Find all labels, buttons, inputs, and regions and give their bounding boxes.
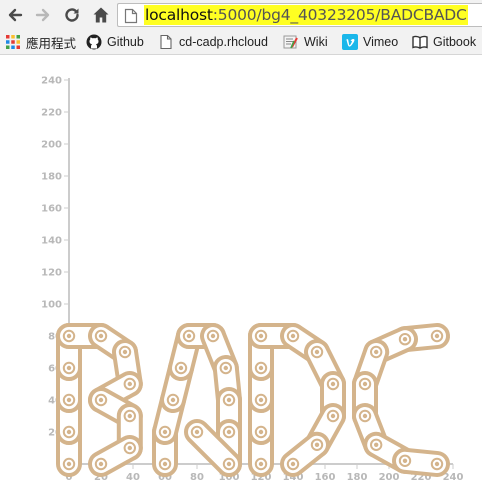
- bookmarks-bar: 應用程式 Github cd-cadp.rhcloud Wiki Vimeo G…: [0, 30, 482, 55]
- chain-pin-center: [330, 381, 336, 387]
- chain-pin-center: [374, 349, 379, 355]
- chain-pin-center: [66, 365, 72, 371]
- y-tick-label: 180: [41, 172, 62, 183]
- chain-pin-center: [258, 333, 264, 339]
- chain-pin-center: [66, 429, 72, 435]
- chain-pin-center: [374, 442, 379, 447]
- bookmark-label: Vimeo: [363, 35, 399, 49]
- letter-D: [248, 323, 347, 477]
- chain-pin-center: [170, 397, 176, 403]
- vimeo-icon: [342, 34, 358, 50]
- bookmark-github[interactable]: Github: [86, 33, 144, 51]
- bookmark-vimeo[interactable]: Vimeo: [342, 33, 398, 51]
- y-tick-label: 200: [41, 140, 62, 151]
- x-tick-label: 40: [126, 472, 140, 483]
- bookmark-wiki[interactable]: Wiki: [283, 33, 328, 51]
- url-path: :5000/bg4_40323205/BADCBADC: [212, 6, 467, 24]
- forward-button[interactable]: [33, 5, 53, 25]
- chain-pin-center: [330, 413, 336, 419]
- address-bar[interactable]: localhost:5000/bg4_40323205/BADCBADC: [117, 3, 482, 27]
- chain-pin-center: [290, 333, 296, 339]
- browser-toolbar: localhost:5000/bg4_40323205/BADCBADC: [0, 0, 482, 30]
- chain-pin-center: [127, 381, 132, 387]
- chain-pin-center: [162, 429, 168, 435]
- x-tick-label: 200: [379, 472, 400, 483]
- chain-pin-center: [434, 333, 440, 339]
- gitbook-icon: [412, 34, 428, 50]
- chain-pin-center: [402, 458, 408, 463]
- bookmark-label: 應用程式: [26, 36, 77, 51]
- y-tick-label: 240: [41, 76, 62, 87]
- chain-pin-center: [290, 461, 296, 467]
- forward-arrow-icon: [35, 8, 50, 22]
- chain-pin-center: [258, 397, 264, 403]
- chain-pin-center: [98, 461, 104, 467]
- chain-pin-center: [362, 381, 368, 387]
- reload-icon: [65, 8, 79, 22]
- letter-B: [56, 323, 143, 478]
- y-tick-label: 140: [41, 236, 62, 247]
- y-tick-label: 120: [41, 268, 62, 279]
- chain-letters: [56, 323, 451, 478]
- github-icon: [86, 34, 102, 50]
- chain-pin-center: [314, 442, 320, 447]
- chain-pin-center: [194, 429, 200, 435]
- chain-pin-center: [226, 397, 232, 403]
- chain-pin-center: [186, 333, 192, 339]
- chain-pin-center: [98, 333, 104, 339]
- reload-button[interactable]: [62, 5, 82, 25]
- chain-pin-center: [210, 333, 216, 339]
- chain-pin-center: [98, 397, 104, 403]
- bookmark-apps[interactable]: 應用程式: [5, 33, 76, 51]
- bookmark-gitbook[interactable]: Gitbook: [412, 33, 476, 51]
- home-button[interactable]: [91, 5, 111, 25]
- chain-pin-center: [178, 365, 184, 371]
- chain-pin-center: [66, 397, 72, 403]
- chain-pin-center: [258, 461, 264, 467]
- bookmark-label: Github: [107, 35, 144, 49]
- bookmark-label: Wiki: [304, 35, 328, 49]
- bookmark-label: cd-cadp.rhcloud: [179, 35, 268, 49]
- letter-A: [152, 323, 243, 477]
- chain-pin-center: [122, 349, 128, 355]
- apps-grid-icon: [5, 34, 21, 50]
- chain-pin-center: [226, 429, 232, 435]
- chain-pin-center: [258, 429, 264, 435]
- wiki-icon: [283, 34, 299, 50]
- back-arrow-icon: [8, 8, 23, 22]
- y-tick-label: 220: [41, 108, 62, 119]
- url-host: localhost: [145, 6, 213, 24]
- letter-C: [352, 323, 451, 477]
- chain-pin-center: [314, 349, 320, 355]
- home-icon: [93, 7, 109, 23]
- chain-pin-center: [258, 365, 264, 371]
- y-tick-label: 160: [41, 204, 62, 215]
- chain-pin-center: [127, 445, 132, 451]
- chain-pin-center: [362, 413, 368, 419]
- back-button[interactable]: [5, 5, 25, 25]
- chain-pin-center: [66, 333, 72, 339]
- chain-pin-center: [162, 461, 168, 467]
- chain-pin-center: [66, 461, 72, 467]
- x-tick-label: 80: [190, 472, 204, 483]
- url-text[interactable]: localhost:5000/bg4_40323205/BADCBADC: [144, 5, 468, 25]
- y-tick-label: 100: [41, 300, 62, 311]
- chain-pin-center: [223, 365, 228, 371]
- chain-pin-center: [127, 413, 132, 419]
- page-icon: [124, 8, 138, 24]
- x-tick-label: 160: [315, 472, 336, 483]
- bookmark-label: Gitbook: [433, 35, 477, 49]
- chain-pin-center: [226, 461, 232, 467]
- chain-pin-center: [402, 337, 408, 342]
- chain-pin-center: [434, 461, 440, 467]
- bookmark-cd-cadp[interactable]: cd-cadp.rhcloud: [158, 33, 268, 51]
- chain-letters-canvas: 0 20 40 60 80 100 120 140 160 180 200 220 2402040608…: [41, 76, 463, 484]
- page-icon: [158, 34, 174, 50]
- x-tick-label: 180: [347, 472, 368, 483]
